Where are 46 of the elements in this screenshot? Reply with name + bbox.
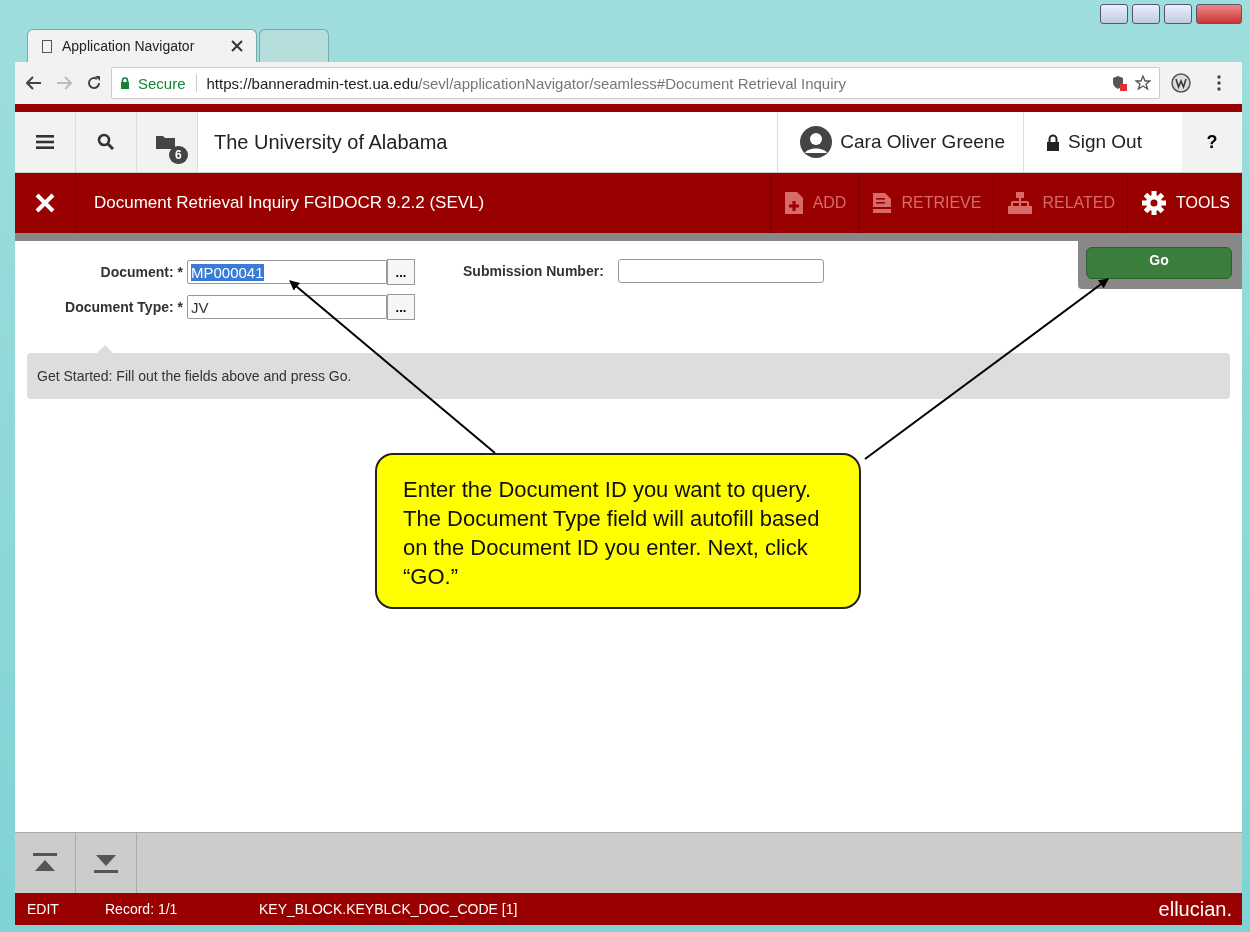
input-field[interactable]: JV (187, 295, 387, 319)
secure-label: Secure (138, 74, 186, 92)
lock-icon (1046, 133, 1060, 151)
input-field[interactable] (617, 259, 824, 283)
field-label: Document Type: * (64, 299, 184, 315)
input-field[interactable]: MP000041 (187, 260, 387, 284)
hierarchy-icon (1008, 192, 1033, 214)
lookup-button[interactable]: ... (387, 259, 415, 285)
user-menu[interactable]: Cara Oliver Greene (777, 112, 1023, 172)
page-icon (42, 39, 52, 53)
lookup-button[interactable]: ... (387, 294, 415, 320)
shield-icon[interactable] (1111, 75, 1127, 91)
add-document-icon (784, 192, 803, 214)
brand-logo: ellucian. (1158, 897, 1232, 921)
recent-button[interactable]: 6 (137, 112, 198, 172)
browser-tab[interactable]: Application Navigator (27, 29, 257, 62)
document-icon (873, 193, 892, 213)
field-name: KEY_BLOCK.KEYBLCK_DOC_CODE [1] (259, 901, 518, 917)
institution-name: The University of Alabama (213, 129, 449, 155)
help-button[interactable]: ? (1182, 112, 1242, 172)
page-title: Document Retrieval Inquiry FGIDOCR 9.2.2 (SEVL) (93, 192, 486, 214)
field-label: Document: * (99, 264, 184, 280)
count-badge: 6 (169, 146, 188, 164)
record-count: Record: 1/1 (105, 901, 179, 917)
folder-icon (156, 134, 178, 150)
star-icon[interactable] (1135, 75, 1151, 91)
gear-icon (1142, 191, 1167, 215)
close-tab-icon[interactable] (232, 41, 242, 51)
search-button[interactable] (76, 112, 137, 172)
callout-text: Enter the Document ID you want to query. The Document Type field will autofill based on the Document ID you enter. Next, click “GO.” (403, 477, 821, 589)
field-label: Submission Number: (463, 263, 605, 279)
menu-button[interactable] (15, 112, 76, 172)
user-name: Cara Oliver Greene (840, 131, 1005, 153)
message-text: Get Started: Fill out the fields above and press Go. (37, 368, 352, 384)
mode-label: EDIT (27, 901, 60, 917)
address-field[interactable]: Secure https://banneradmin-test.ua.edu/sevl/applicationNavigator/seamless#Document Retrieval Inquiry (111, 67, 1160, 99)
menu-icon (36, 135, 54, 149)
last-record-icon (94, 853, 118, 873)
url-host: https://banneradmin-test.ua.edu (206, 74, 419, 92)
url-path: /sevl/applicationNavigator/seamless#Document Retrieval Inquiry (418, 74, 847, 92)
avatar-icon (800, 126, 833, 158)
toolbar-tools-button[interactable]: TOOLS (1127, 173, 1242, 233)
search-icon (97, 133, 115, 151)
lock-icon (120, 77, 130, 89)
first-record-icon (33, 853, 57, 873)
go-button[interactable]: Go (1086, 247, 1232, 279)
